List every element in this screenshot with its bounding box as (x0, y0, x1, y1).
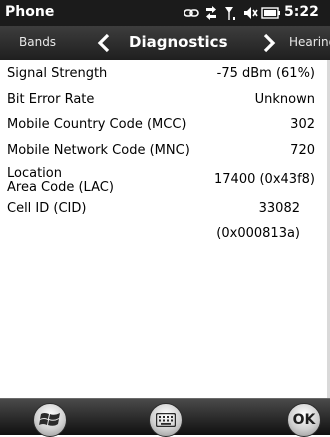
data-activity-icon (206, 6, 216, 20)
bit-error-rate-label: Bit Error Rate (7, 92, 95, 107)
keyboard-icon (156, 413, 176, 427)
mnc-label: Mobile Network Code (MNC) (7, 143, 190, 158)
ok-button[interactable]: OK (287, 403, 321, 437)
status-bar: Phone 5:22 (0, 0, 330, 26)
lac-value: 17400 (0x43f8) (214, 172, 315, 187)
windows-start-icon (39, 413, 60, 426)
lac-label-line2: Area Code (LAC) (7, 180, 114, 195)
tab-diagnostics[interactable]: Diagnostics (129, 33, 228, 51)
mcc-value: 302 (290, 117, 315, 132)
start-button[interactable] (33, 403, 67, 437)
mnc-value: 720 (290, 143, 315, 158)
ok-label: OK (292, 412, 316, 428)
signal-icon (225, 7, 235, 20)
volume-icon (244, 7, 258, 19)
clock[interactable]: 5:22 (284, 4, 319, 20)
app-title[interactable]: Phone (5, 4, 54, 20)
bottom-bar: OK (0, 398, 330, 437)
tab-hearing-aid[interactable]: Hearing Aid (289, 35, 330, 49)
signal-strength-value: -75 dBm (61%) (216, 66, 315, 81)
diagnostics-panel: Signal Strength -75 dBm (61%) Bit Error … (0, 60, 330, 398)
lac-label-line1: Location (7, 166, 62, 181)
signal-strength-label: Signal Strength (7, 66, 108, 81)
mcc-label: Mobile Country Code (MCC) (7, 117, 187, 132)
cell-id-value: 33082 (258, 201, 300, 216)
status-icons[interactable] (184, 5, 280, 21)
keyboard-button[interactable] (149, 403, 183, 437)
tab-bands[interactable]: Bands (19, 35, 56, 49)
cell-id-hex-value: (0x000813a) (216, 226, 300, 241)
chevron-right-icon[interactable] (262, 33, 276, 57)
tab-bar: Bands Diagnostics Hearing Aid (0, 26, 330, 60)
link-icon (184, 9, 199, 17)
battery-icon (261, 7, 280, 19)
cell-id-label: Cell ID (CID) (7, 201, 87, 216)
bit-error-rate-value: Unknown (254, 92, 315, 107)
chevron-left-icon[interactable] (97, 33, 111, 57)
